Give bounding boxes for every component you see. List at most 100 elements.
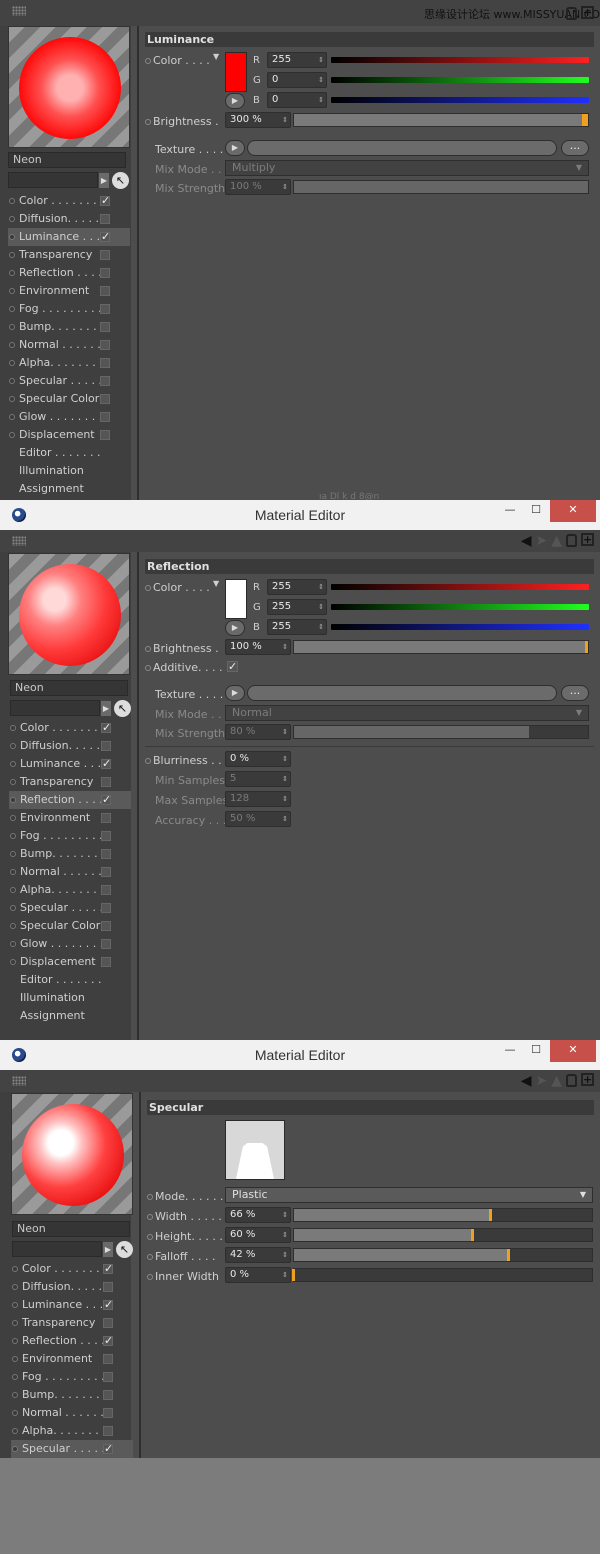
additive-checkbox[interactable]: ✓ xyxy=(227,661,238,672)
grid-handle-icon[interactable] xyxy=(12,536,26,546)
channel-radio[interactable] xyxy=(9,414,15,420)
play-icon[interactable]: ▶ xyxy=(103,1242,113,1257)
channel-radio[interactable] xyxy=(12,1428,18,1434)
g-slider[interactable] xyxy=(331,77,589,83)
channel-radio[interactable] xyxy=(10,833,16,839)
channel-checkbox[interactable]: ✓ xyxy=(101,794,111,805)
color-menu-arrow[interactable]: ▼ xyxy=(213,579,219,588)
channel-item[interactable]: Transparency xyxy=(8,246,130,264)
channel-checkbox[interactable] xyxy=(103,1390,113,1400)
channel-checkbox[interactable] xyxy=(100,268,110,278)
channel-checkbox[interactable] xyxy=(100,322,110,332)
height-slider[interactable] xyxy=(293,1228,593,1242)
channel-item[interactable]: Diffusion. . . . . xyxy=(8,210,130,228)
new-window-icon[interactable]: + xyxy=(581,6,594,19)
color-swatch[interactable] xyxy=(225,52,247,92)
r-slider[interactable] xyxy=(331,57,589,63)
texture-browse-button[interactable]: ... xyxy=(561,140,589,156)
channel-checkbox[interactable] xyxy=(100,250,110,260)
channel-radio[interactable] xyxy=(9,234,15,240)
channel-checkbox[interactable] xyxy=(100,430,110,440)
channel-radio[interactable] xyxy=(12,1320,18,1326)
g-field[interactable]: 255 ⇕ xyxy=(267,599,327,615)
color-play-button[interactable]: ▶ xyxy=(225,93,245,109)
channel-checkbox[interactable] xyxy=(101,903,111,913)
channel-radio[interactable] xyxy=(10,815,16,821)
channel-item[interactable]: Color . . . . . . . . ✓ xyxy=(9,719,131,737)
channel-radio[interactable] xyxy=(9,306,15,312)
b-slider[interactable] xyxy=(331,97,589,103)
eyedropper-icon[interactable]: ↖ xyxy=(116,1241,133,1258)
filter-input[interactable] xyxy=(8,172,98,188)
channel-checkbox[interactable] xyxy=(103,1318,113,1328)
g-slider[interactable] xyxy=(331,604,589,610)
brightness-field[interactable]: 300 % ⇕ xyxy=(225,112,291,128)
channel-item[interactable]: Specular . . . . . xyxy=(9,899,131,917)
texture-slot[interactable] xyxy=(247,685,557,701)
channel-item[interactable]: Displacement xyxy=(8,426,130,444)
material-name[interactable]: Neon xyxy=(8,152,126,168)
channel-radio[interactable] xyxy=(10,905,16,911)
new-window-icon[interactable]: + xyxy=(581,1073,594,1086)
channel-radio[interactable] xyxy=(10,743,16,749)
channel-checkbox[interactable] xyxy=(100,394,110,404)
height-field[interactable]: 60 % ⇕ xyxy=(225,1227,291,1243)
channel-checkbox[interactable] xyxy=(103,1282,113,1292)
channel-item[interactable]: Color . . . . . . . . ✓ xyxy=(11,1260,133,1278)
grid-handle-icon[interactable] xyxy=(12,6,26,16)
lock-icon[interactable] xyxy=(566,7,577,20)
channel-item-plain[interactable]: Editor . . . . . . . xyxy=(8,444,130,462)
channel-item[interactable]: Diffusion. . . . . xyxy=(9,737,131,755)
color-swatch[interactable] xyxy=(225,579,247,619)
falloff-knob[interactable] xyxy=(506,1249,510,1261)
channel-checkbox[interactable] xyxy=(101,867,111,877)
channel-checkbox[interactable]: ✓ xyxy=(103,1263,113,1274)
channel-checkbox[interactable] xyxy=(101,741,111,751)
channel-item[interactable]: Bump. . . . . . . . xyxy=(11,1386,133,1404)
brightness-knob[interactable] xyxy=(585,641,588,653)
channel-radio[interactable] xyxy=(10,725,16,731)
channel-item[interactable]: Specular . . . . . ✓ xyxy=(11,1440,133,1458)
eyedropper-icon[interactable]: ↖ xyxy=(112,172,129,189)
b-field[interactable]: 255 ⇕ xyxy=(267,619,327,635)
color-play-button[interactable]: ▶ xyxy=(225,620,245,636)
channel-item[interactable]: Normal . . . . . . xyxy=(11,1404,133,1422)
accuracy-field[interactable]: 50 % ⇕ xyxy=(225,811,291,827)
channel-checkbox[interactable] xyxy=(103,1408,113,1418)
channel-radio[interactable] xyxy=(9,198,15,204)
minimize-icon[interactable]: — xyxy=(498,1040,522,1062)
channel-item[interactable]: Color . . . . . . . . ✓ xyxy=(8,192,130,210)
channel-radio[interactable] xyxy=(10,941,16,947)
channel-item[interactable]: Fog . . . . . . . . . xyxy=(9,827,131,845)
channel-item[interactable]: Environment xyxy=(11,1350,133,1368)
channel-radio[interactable] xyxy=(10,797,16,803)
channel-item[interactable]: Fog . . . . . . . . . xyxy=(8,300,130,318)
channel-checkbox[interactable]: ✓ xyxy=(103,1299,113,1310)
channel-checkbox[interactable] xyxy=(103,1354,113,1364)
channel-radio[interactable] xyxy=(9,378,15,384)
channel-checkbox[interactable] xyxy=(103,1426,113,1436)
channel-checkbox[interactable] xyxy=(101,885,111,895)
channel-radio[interactable] xyxy=(9,270,15,276)
texture-play-button[interactable]: ▶ xyxy=(225,140,245,156)
falloff-slider[interactable] xyxy=(293,1248,593,1262)
channel-checkbox[interactable] xyxy=(101,921,111,931)
channel-item[interactable]: Reflection . . . . ✓ xyxy=(9,791,131,809)
channel-item[interactable]: Specular . . . . . xyxy=(8,372,130,390)
channel-radio[interactable] xyxy=(10,887,16,893)
channel-radio[interactable] xyxy=(12,1446,18,1452)
material-name[interactable]: Neon xyxy=(10,680,128,696)
mixstrength-slider[interactable] xyxy=(293,725,589,739)
channel-item[interactable]: Luminance . . . ✓ xyxy=(9,755,131,773)
channel-item[interactable]: Luminance . . . ✓ xyxy=(11,1296,133,1314)
blurriness-field[interactable]: 0 % ⇕ xyxy=(225,751,291,767)
r-field[interactable]: 255 ⇕ xyxy=(267,579,327,595)
close-icon[interactable]: ✕ xyxy=(550,1040,596,1062)
channel-item[interactable]: Transparency xyxy=(11,1314,133,1332)
channel-checkbox[interactable]: ✓ xyxy=(103,1443,113,1454)
channel-checkbox[interactable] xyxy=(100,412,110,422)
mode-dropdown[interactable]: Plastic ▼ xyxy=(225,1187,593,1203)
texture-browse-button[interactable]: ... xyxy=(561,685,589,701)
channel-radio[interactable] xyxy=(10,869,16,875)
channel-checkbox[interactable]: ✓ xyxy=(101,722,111,733)
